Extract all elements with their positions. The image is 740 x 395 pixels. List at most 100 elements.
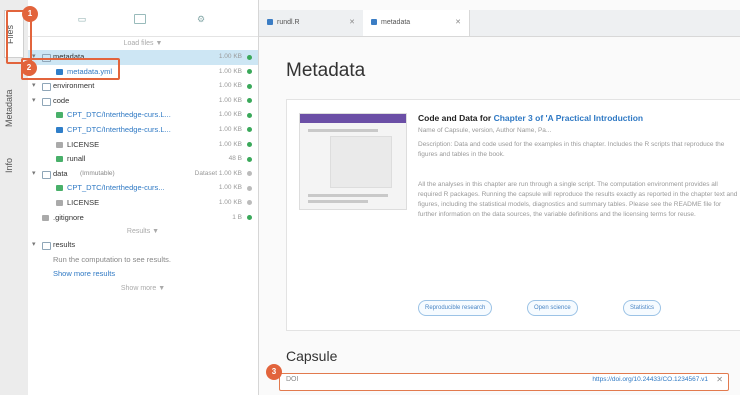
tree-item-label: code [53, 95, 70, 105]
tree-file-row[interactable]: LICENSE 1.00 KB [28, 196, 258, 211]
tree-item-size: 1 B [232, 213, 242, 221]
tree-item-size: Dataset 1.00 KB [194, 169, 242, 177]
folder-icon [42, 97, 51, 106]
tree-toolbar: ▭ ⚙ [28, 0, 258, 37]
results-folder[interactable]: ▾ results [28, 238, 258, 253]
tree-item-size: 1.00 KB [218, 140, 242, 148]
status-dot-icon [247, 142, 252, 148]
folder-icon [42, 242, 51, 251]
tree-file-row[interactable]: CPT_DTC/Interthedge-curs.L... 1.00 KB [28, 123, 258, 138]
tree-item-size: 1.00 KB [218, 125, 242, 133]
tree-item-size: 1.00 KB [218, 184, 242, 192]
tree-file-row[interactable]: CPT_DTC/Interthedge-curs... 1.00 KB [28, 181, 258, 196]
caret-icon[interactable]: ▾ [32, 167, 36, 182]
document-icon[interactable]: ▭ [76, 14, 88, 24]
tree-file-row[interactable]: LICENSE 1.00 KB [28, 138, 258, 153]
folder-icon[interactable] [134, 14, 146, 24]
status-dot-icon [247, 54, 252, 60]
load-files-hint[interactable]: Load files ▼ [28, 37, 258, 50]
tree-item-label: LICENSE [67, 139, 100, 149]
rail-tab-info[interactable]: Info [4, 150, 22, 180]
file-tree: ▾ metadata 1.00 KB metadata.yml 1.00 KB ▾ envi… [28, 50, 258, 225]
step-badge-1: 1 [22, 6, 38, 22]
results-note: Run the computation to see results. [53, 254, 171, 264]
tree-item-label: .gitignore [53, 212, 84, 222]
rail-tab-files[interactable]: Files [4, 10, 24, 58]
keyword-chip[interactable]: Reproducible research [418, 300, 493, 316]
tab-metadata[interactable]: metadata ✕ [363, 10, 470, 36]
left-rail: Files Metadata Info [0, 0, 29, 395]
file-icon [56, 156, 63, 163]
tree-item-size: 48 B [228, 155, 242, 163]
doi-label: DOI [286, 376, 299, 383]
metadata-card: Code and Data for Chapter 3 of 'A Practi… [286, 99, 740, 331]
status-dot-icon [247, 185, 252, 191]
tree-item-size: 1.00 KB [218, 67, 242, 75]
folder-icon [42, 83, 51, 92]
file-icon [267, 19, 273, 26]
tree-file-row[interactable]: runall 48 B [28, 152, 258, 167]
page-title: Metadata [286, 60, 366, 81]
tree-file-row[interactable]: .gitignore 1 B [28, 211, 258, 226]
status-dot-icon [247, 200, 252, 206]
tree-item-label: CPT_DTC/Interthedge-curs.L... [67, 110, 171, 120]
tree-item-label: runall [67, 154, 86, 164]
capsule-thumbnail [299, 113, 407, 210]
file-icon [56, 112, 63, 119]
folder-icon [42, 54, 51, 62]
tree-item-size: 1.00 KB [218, 53, 242, 60]
doi-link[interactable]: https://doi.org/10.24433/CO.1234567.v1 [592, 376, 708, 383]
capsule-heading: Capsule [286, 348, 338, 364]
tree-item-label: CPT_DTC/Interthedge-curs... [67, 183, 165, 193]
file-icon [56, 199, 63, 206]
capsule-doi-field[interactable]: DOI https://doi.org/10.24433/CO.1234567.… [279, 373, 729, 391]
editor-tabbar: rundl.R ✕ metadata ✕ [259, 10, 740, 37]
tab-rundl[interactable]: rundl.R ✕ [259, 10, 364, 36]
file-tree-panel: ▭ ⚙ Load files ▼ ▾ metadata 1.00 KB metadat… [28, 0, 259, 395]
status-dot-icon [247, 171, 252, 177]
keyword-chip[interactable]: Statistics [623, 300, 662, 316]
show-more-results[interactable]: Show more results [28, 267, 258, 282]
caret-icon[interactable]: ▾ [32, 94, 36, 109]
step-badge-2: 2 [21, 60, 37, 76]
tree-item-label: CPT_DTC/Interthedge-curs.L... [67, 124, 171, 134]
card-subtitle: Name of Capsule, version, Author Name, P… [418, 127, 552, 134]
folder-icon [42, 170, 51, 179]
tree-file-row[interactable]: CPT_DTC/Interthedge-curs.L... 1.00 KB [28, 108, 258, 123]
status-dot-icon [247, 83, 252, 89]
status-dot-icon [247, 69, 252, 75]
tree-folder-row[interactable]: ▾ environment 1.00 KB [28, 79, 258, 94]
caret-icon[interactable]: ▾ [32, 238, 36, 253]
rail-tab-metadata[interactable]: Metadata [4, 84, 22, 132]
close-icon[interactable]: ✕ [455, 10, 461, 36]
status-dot-icon [247, 112, 252, 118]
file-icon [56, 126, 63, 133]
tree-item-label: metadata [53, 52, 85, 61]
file-icon [56, 141, 63, 148]
caret-icon[interactable]: ▾ [32, 79, 36, 94]
status-dot-icon [247, 127, 252, 133]
file-icon [56, 68, 63, 75]
tree-folder-row[interactable]: ▾ metadata 1.00 KB [28, 50, 258, 65]
tree-item-label: data [53, 168, 68, 178]
tree-folder-row[interactable]: ▾ code 1.00 KB [28, 94, 258, 109]
tree-item-size: 1.00 KB [218, 82, 242, 90]
keyword-chip[interactable]: Open science [527, 300, 578, 316]
file-icon [42, 214, 49, 221]
tree-item-label: LICENSE [67, 197, 100, 207]
close-icon[interactable]: ✕ [716, 375, 723, 384]
card-body: All the analyses in this chapter are run… [418, 181, 738, 218]
show-more-hint[interactable]: Show more ▼ [28, 282, 258, 295]
tree-item-label: environment [53, 81, 95, 91]
file-icon [56, 185, 63, 192]
tree-item-label: metadata.yml [67, 66, 113, 76]
gear-icon[interactable]: ⚙ [195, 14, 207, 24]
results-label: results [53, 240, 76, 250]
close-icon[interactable]: ✕ [349, 10, 355, 36]
tree-folder-row[interactable]: ▾ data (Immutable) Dataset 1.00 KB [28, 167, 258, 182]
tree-item-size: 1.00 KB [218, 111, 242, 119]
tree-file-row[interactable]: metadata.yml 1.00 KB [28, 65, 258, 80]
card-title: Code and Data for Chapter 3 of 'A Practi… [418, 113, 644, 123]
file-icon [371, 19, 377, 26]
results-hint[interactable]: Results ▼ [28, 225, 258, 238]
